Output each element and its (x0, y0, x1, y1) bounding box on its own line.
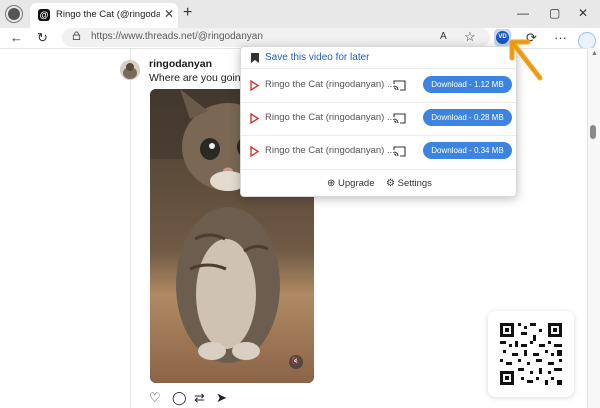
post-username[interactable]: ringodanyan (149, 58, 212, 70)
qr-code (488, 311, 574, 397)
settings-gear-icon: ⚙ (386, 178, 395, 189)
post-text: Where are you going? (149, 72, 253, 84)
mute-icon[interactable]: 🔇 (289, 355, 303, 369)
divider (241, 102, 516, 103)
new-tab-button[interactable]: + (183, 5, 192, 21)
play-icon[interactable] (250, 146, 259, 157)
tab-threads[interactable]: @ Ringo the Cat (@ringodanyan) o ✕ (30, 3, 178, 28)
repost-icon[interactable]: ⇄ (194, 391, 205, 404)
bookmark-icon (251, 53, 259, 63)
favorite-star-icon[interactable]: ☆ (464, 29, 476, 45)
upgrade-label: Upgrade (338, 178, 375, 189)
like-icon[interactable]: ♡ (149, 391, 161, 404)
video-row: Ringo the Cat (ringodanyan) ... Download… (241, 105, 516, 133)
download-button[interactable]: Download - 0.28 MB (423, 109, 512, 126)
thread-divider (130, 49, 131, 408)
video-downloader-popup: Save this video for later Ringo the Cat … (240, 46, 517, 197)
settings-menu-icon[interactable]: ··· (554, 30, 567, 46)
back-button[interactable]: ← (10, 30, 23, 46)
scrollbar-thumb[interactable] (590, 125, 596, 139)
save-video-label[interactable]: Save this video for later (265, 52, 370, 63)
cast-icon[interactable] (393, 113, 406, 124)
cast-icon[interactable] (393, 146, 406, 157)
divider (241, 135, 516, 136)
download-button[interactable]: Download - 0.34 MB (423, 142, 512, 159)
read-aloud-icon[interactable]: A (440, 29, 447, 45)
divider (241, 68, 516, 69)
video-title: Ringo the Cat (ringodanyan) ... (265, 145, 395, 156)
video-row: Ringo the Cat (ringodanyan) ... Download… (241, 72, 516, 100)
play-icon[interactable] (250, 80, 259, 91)
upgrade-button[interactable]: ⊕ Upgrade (327, 178, 374, 189)
share-icon[interactable]: ➤ (216, 391, 227, 404)
download-button[interactable]: Download - 1.12 MB (423, 76, 512, 93)
comment-icon[interactable]: ◯ (172, 391, 187, 404)
video-row: Ringo the Cat (ringodanyan) ... Download… (241, 138, 516, 166)
play-icon[interactable] (250, 113, 259, 124)
address-bar[interactable]: https://www.threads.net/@ringodanyan A ☆ (62, 28, 490, 47)
lock-icon[interactable] (72, 31, 81, 40)
video-title: Ringo the Cat (ringodanyan) ... (265, 112, 395, 123)
settings-button[interactable]: ⚙ Settings (386, 178, 432, 189)
pointer-arrow-icon (509, 39, 543, 81)
upgrade-icon: ⊕ (327, 178, 336, 189)
cast-icon[interactable] (393, 80, 406, 91)
settings-label: Settings (397, 178, 432, 189)
tab-close-icon[interactable]: ✕ (164, 8, 174, 20)
minimize-button[interactable]: — (517, 6, 529, 20)
scroll-up-icon[interactable]: ▲ (591, 50, 598, 57)
tab-strip: @ Ringo the Cat (@ringodanyan) o ✕ + — ▢… (0, 0, 600, 28)
video-title: Ringo the Cat (ringodanyan) ... (265, 79, 395, 90)
threads-favicon-icon: @ (38, 9, 50, 21)
user-avatar[interactable] (120, 60, 140, 80)
scrollbar[interactable]: ▲ (587, 48, 600, 408)
url-text[interactable]: https://www.threads.net/@ringodanyan (91, 31, 263, 42)
tab-title: Ringo the Cat (@ringodanyan) o (56, 9, 160, 20)
maximize-button[interactable]: ▢ (549, 6, 560, 20)
profile-avatar-icon[interactable] (6, 6, 22, 22)
divider (241, 169, 516, 170)
close-window-button[interactable]: ✕ (578, 6, 588, 20)
reload-button[interactable]: ↻ (37, 30, 48, 46)
